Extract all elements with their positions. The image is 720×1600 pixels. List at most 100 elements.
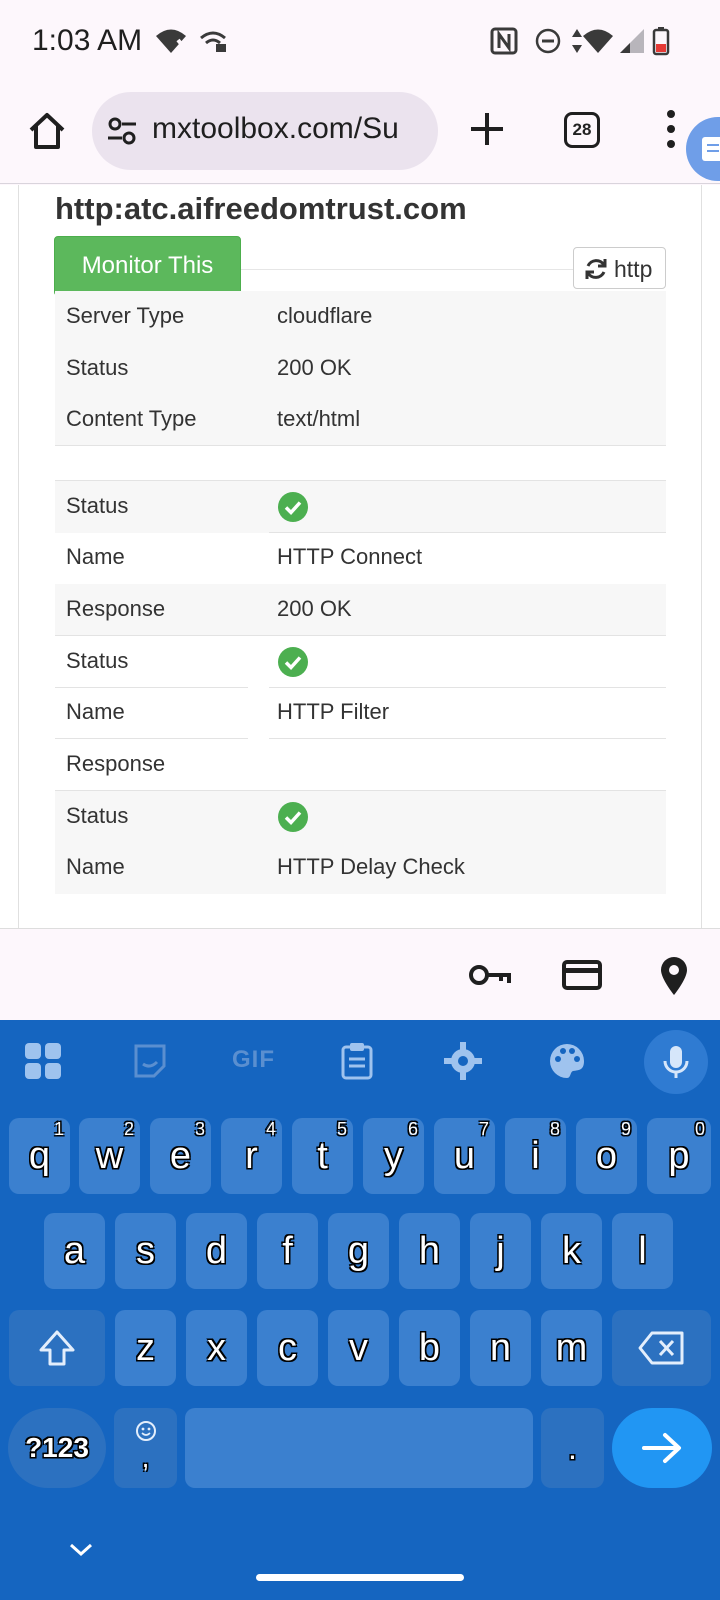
key-n[interactable]: n <box>470 1310 531 1386</box>
key-j[interactable]: j <box>470 1213 531 1289</box>
status-bar: 1:03 AM <box>0 0 720 84</box>
key-a[interactable]: a <box>44 1213 105 1289</box>
key-f[interactable]: f <box>257 1213 318 1289</box>
row-key: Name <box>66 544 125 569</box>
key-icon[interactable] <box>468 955 512 995</box>
row-key: Server Type <box>66 303 185 328</box>
overflow-menu-icon[interactable] <box>666 108 676 150</box>
key-o[interactable]: o9 <box>576 1118 637 1194</box>
signal-icon <box>620 29 644 53</box>
check-circle-icon <box>278 802 308 832</box>
key-v[interactable]: v <box>328 1310 389 1386</box>
hotspot-icon <box>200 31 226 52</box>
key-x[interactable]: x <box>186 1310 247 1386</box>
key-y[interactable]: y6 <box>363 1118 424 1194</box>
row-key: Name <box>66 699 125 724</box>
wifi-off-icon <box>156 29 188 53</box>
url-text[interactable]: mxtoolbox.com/Su <box>152 112 399 146</box>
autofill-accessory-bar <box>0 928 720 1020</box>
shift-arrow-icon <box>39 1330 75 1366</box>
row-key: Status <box>66 355 129 380</box>
key-w[interactable]: w2 <box>79 1118 140 1194</box>
key-b[interactable]: b <box>399 1310 460 1386</box>
dnd-icon <box>535 28 561 54</box>
row-value: HTTP Connect <box>277 544 423 569</box>
space-key[interactable] <box>185 1408 533 1488</box>
new-tab-icon[interactable] <box>466 108 508 150</box>
symbols-key[interactable]: ?123 <box>8 1408 106 1488</box>
gesture-nav-handle[interactable] <box>256 1574 464 1581</box>
palette-icon[interactable] <box>548 1042 586 1080</box>
key-m[interactable]: m <box>541 1310 602 1386</box>
info-table: Server Type cloudflare Status 200 OK Con… <box>55 291 666 446</box>
settings-gear-icon[interactable] <box>444 1042 482 1080</box>
key-z[interactable]: z <box>115 1310 176 1386</box>
wifi-icon <box>583 29 613 53</box>
go-key[interactable] <box>612 1408 712 1488</box>
key-d[interactable]: d <box>186 1213 247 1289</box>
sticker-icon[interactable] <box>132 1042 168 1080</box>
key-e[interactable]: e3 <box>150 1118 211 1194</box>
table-row: Name HTTP Connect <box>55 532 666 584</box>
row-key: Name <box>66 854 125 879</box>
emoji-icon <box>135 1421 156 1441</box>
key-p[interactable]: p0 <box>647 1118 711 1194</box>
apps-grid-icon[interactable] <box>24 1042 62 1080</box>
credit-card-icon[interactable] <box>562 955 602 995</box>
refresh-icon <box>585 259 607 279</box>
microphone-icon <box>663 1046 689 1078</box>
shift-key[interactable] <box>9 1310 105 1386</box>
web-page: http:atc.aifreedomtrust.com Monitor This… <box>0 185 720 928</box>
table-row: Status <box>55 636 666 688</box>
row-key: Content Type <box>66 406 197 431</box>
key-t[interactable]: t5 <box>292 1118 353 1194</box>
key-k[interactable]: k <box>541 1213 602 1289</box>
hide-keyboard-chevron-icon[interactable] <box>68 1542 94 1558</box>
table-row: Name HTTP Filter <box>55 687 666 739</box>
url-bar[interactable]: mxtoolbox.com/Su <box>92 92 438 170</box>
key-c[interactable]: c <box>257 1310 318 1386</box>
check-circle-icon <box>278 647 308 677</box>
status-time: 1:03 AM <box>32 24 143 57</box>
table-row: Response 200 OK <box>55 584 666 636</box>
key-r[interactable]: r4 <box>221 1118 282 1194</box>
key-s[interactable]: s <box>115 1213 176 1289</box>
row-value: cloudflare <box>277 303 373 328</box>
row-value: text/html <box>277 406 361 431</box>
table-row: Status 200 OK <box>55 343 666 395</box>
page-title: http:atc.aifreedomtrust.com <box>55 191 467 226</box>
gif-icon[interactable]: GIF <box>232 1046 275 1074</box>
row-key: Response <box>66 596 166 621</box>
row-value: 200 OK <box>277 596 352 621</box>
key-h[interactable]: h <box>399 1213 460 1289</box>
key-u[interactable]: u7 <box>434 1118 495 1194</box>
home-icon[interactable] <box>26 110 68 152</box>
period-key[interactable]: . <box>541 1408 604 1488</box>
backspace-key[interactable] <box>612 1310 711 1386</box>
tab-switcher-button[interactable]: 28 <box>564 112 600 148</box>
battery-icon <box>652 27 670 56</box>
backspace-icon <box>638 1331 683 1365</box>
table-row: Server Type cloudflare <box>55 291 666 343</box>
key-l[interactable]: l <box>612 1213 673 1289</box>
table-row: Name HTTP Delay Check <box>55 842 666 894</box>
row-value: HTTP Delay Check <box>277 854 465 879</box>
key-i[interactable]: i8 <box>505 1118 566 1194</box>
row-key: Status <box>66 648 129 673</box>
clipboard-icon[interactable] <box>340 1042 374 1080</box>
location-pin-icon[interactable] <box>658 955 690 997</box>
emoji-comma-key[interactable]: , <box>114 1408 177 1488</box>
table-row: Status <box>55 481 666 533</box>
table-row: Content Type text/html <box>55 394 666 446</box>
site-settings-icon[interactable] <box>106 116 138 146</box>
checks-table: Status Name HTTP Connect Response 200 OK… <box>55 480 666 928</box>
refresh-button-label: http <box>614 256 653 282</box>
key-g[interactable]: g <box>328 1213 389 1289</box>
nfc-icon <box>490 27 518 55</box>
voice-input-button[interactable] <box>644 1030 708 1094</box>
refresh-http-button[interactable]: http <box>573 247 666 289</box>
monitor-this-button[interactable]: Monitor This <box>54 236 241 296</box>
check-circle-icon <box>278 492 308 522</box>
key-q[interactable]: q1 <box>9 1118 70 1194</box>
arrow-right-icon <box>642 1433 681 1463</box>
